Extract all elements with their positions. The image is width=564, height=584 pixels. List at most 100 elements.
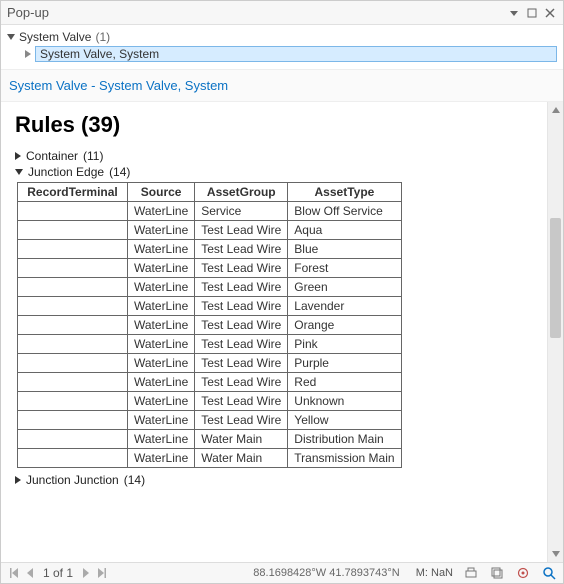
group-count: (14) [124, 473, 145, 487]
expander-right-icon[interactable] [25, 50, 31, 58]
cell: Green [288, 278, 401, 297]
cell: WaterLine [128, 335, 195, 354]
menu-dropdown-icon[interactable] [507, 6, 521, 20]
group-count: (11) [83, 149, 103, 163]
table-row[interactable]: WaterLineTest Lead WireRed [18, 373, 402, 392]
cell [18, 316, 128, 335]
popup-content: Rules (39) Container (11) Junction Edge … [1, 102, 547, 562]
cell [18, 297, 128, 316]
tree-root-count: (1) [95, 30, 110, 44]
cell: Water Main [195, 430, 288, 449]
feature-link[interactable]: System Valve - System Valve, System [9, 78, 228, 93]
cell: Red [288, 373, 401, 392]
cell: Test Lead Wire [195, 278, 288, 297]
cell: WaterLine [128, 278, 195, 297]
table-row[interactable]: WaterLineTest Lead WireBlue [18, 240, 402, 259]
cell: Blow Off Service [288, 202, 401, 221]
nav-last-icon[interactable] [95, 566, 109, 580]
scrollbar[interactable] [547, 102, 563, 562]
table-row[interactable]: WaterLineTest Lead WireAqua [18, 221, 402, 240]
nav-next-icon[interactable] [79, 566, 93, 580]
scroll-thumb[interactable] [550, 218, 561, 338]
cell: WaterLine [128, 430, 195, 449]
expander-down-icon[interactable] [7, 34, 15, 40]
table-row[interactable]: WaterLineTest Lead WireUnknown [18, 392, 402, 411]
print-icon[interactable] [463, 565, 479, 581]
table-row[interactable]: WaterLineTest Lead WirePink [18, 335, 402, 354]
window-title: Pop-up [7, 5, 503, 20]
rules-heading: Rules (39) [15, 112, 547, 138]
scroll-down-icon[interactable] [548, 546, 563, 562]
group-label: Container [26, 149, 78, 163]
tree-child[interactable]: System Valve, System [7, 45, 557, 63]
nav-first-icon[interactable] [7, 566, 21, 580]
cell: WaterLine [128, 202, 195, 221]
table-row[interactable]: WaterLineTest Lead WireLavender [18, 297, 402, 316]
table-header: RecordTerminal Source AssetGroup AssetTy… [18, 183, 402, 202]
cell: WaterLine [128, 240, 195, 259]
copy-icon[interactable] [489, 565, 505, 581]
cell [18, 335, 128, 354]
scroll-track[interactable] [548, 118, 563, 546]
expander-down-icon[interactable] [15, 169, 23, 175]
group-junction-junction[interactable]: Junction Junction (14) [15, 472, 547, 488]
rules-table: RecordTerminal Source AssetGroup AssetTy… [17, 182, 402, 468]
cell: WaterLine [128, 316, 195, 335]
group-label: Junction Edge [28, 165, 104, 179]
cell [18, 392, 128, 411]
group-count: (14) [109, 165, 130, 179]
cell: Water Main [195, 449, 288, 468]
expander-right-icon[interactable] [15, 476, 21, 484]
cell: WaterLine [128, 373, 195, 392]
cell: Test Lead Wire [195, 411, 288, 430]
cell: Test Lead Wire [195, 354, 288, 373]
group-junction-edge[interactable]: Junction Edge (14) [15, 164, 547, 180]
close-icon[interactable] [543, 6, 557, 20]
expander-right-icon[interactable] [15, 152, 21, 160]
cell: WaterLine [128, 259, 195, 278]
cell: Test Lead Wire [195, 373, 288, 392]
search-icon[interactable] [541, 565, 557, 581]
statusbar: 1 of 1 88.1698428°W 41.7893743°N M: NaN [1, 562, 563, 583]
cell [18, 240, 128, 259]
scroll-up-icon[interactable] [548, 102, 563, 118]
cell: Test Lead Wire [195, 297, 288, 316]
col-assettype: AssetType [288, 183, 401, 202]
feature-tree: System Valve (1) System Valve, System [1, 25, 563, 69]
group-container[interactable]: Container (11) [15, 148, 547, 164]
tree-root-label: System Valve [19, 30, 91, 44]
cell: WaterLine [128, 411, 195, 430]
table-row[interactable]: WaterLineTest Lead WireOrange [18, 316, 402, 335]
table-row[interactable]: WaterLineTest Lead WireForest [18, 259, 402, 278]
table-row[interactable]: WaterLineWater MainTransmission Main [18, 449, 402, 468]
autohide-icon[interactable] [525, 6, 539, 20]
cell: Test Lead Wire [195, 240, 288, 259]
nav-prev-icon[interactable] [23, 566, 37, 580]
table-row[interactable]: WaterLineTest Lead WirePurple [18, 354, 402, 373]
cell: WaterLine [128, 297, 195, 316]
cell [18, 354, 128, 373]
cell: Distribution Main [288, 430, 401, 449]
cell: Transmission Main [288, 449, 401, 468]
tree-child-label[interactable]: System Valve, System [35, 46, 557, 62]
col-assetgroup: AssetGroup [195, 183, 288, 202]
settings-gear-icon[interactable] [515, 565, 531, 581]
cell: Unknown [288, 392, 401, 411]
col-recordterminal: RecordTerminal [18, 183, 128, 202]
cell: WaterLine [128, 449, 195, 468]
table-row[interactable]: WaterLineTest Lead WireGreen [18, 278, 402, 297]
table-row[interactable]: WaterLineTest Lead WireYellow [18, 411, 402, 430]
coordinates-readout: 88.1698428°W 41.7893743°N [253, 567, 399, 579]
titlebar: Pop-up [1, 1, 563, 25]
group-label: Junction Junction [26, 473, 119, 487]
col-source: Source [128, 183, 195, 202]
table-row[interactable]: WaterLineServiceBlow Off Service [18, 202, 402, 221]
cell: WaterLine [128, 392, 195, 411]
cell [18, 411, 128, 430]
table-row[interactable]: WaterLineWater MainDistribution Main [18, 430, 402, 449]
cell: Forest [288, 259, 401, 278]
popup-panel: Pop-up System Valve (1) System Valve, Sy… [0, 0, 564, 584]
tree-root[interactable]: System Valve (1) [7, 29, 557, 45]
cell: Orange [288, 316, 401, 335]
cell: Service [195, 202, 288, 221]
